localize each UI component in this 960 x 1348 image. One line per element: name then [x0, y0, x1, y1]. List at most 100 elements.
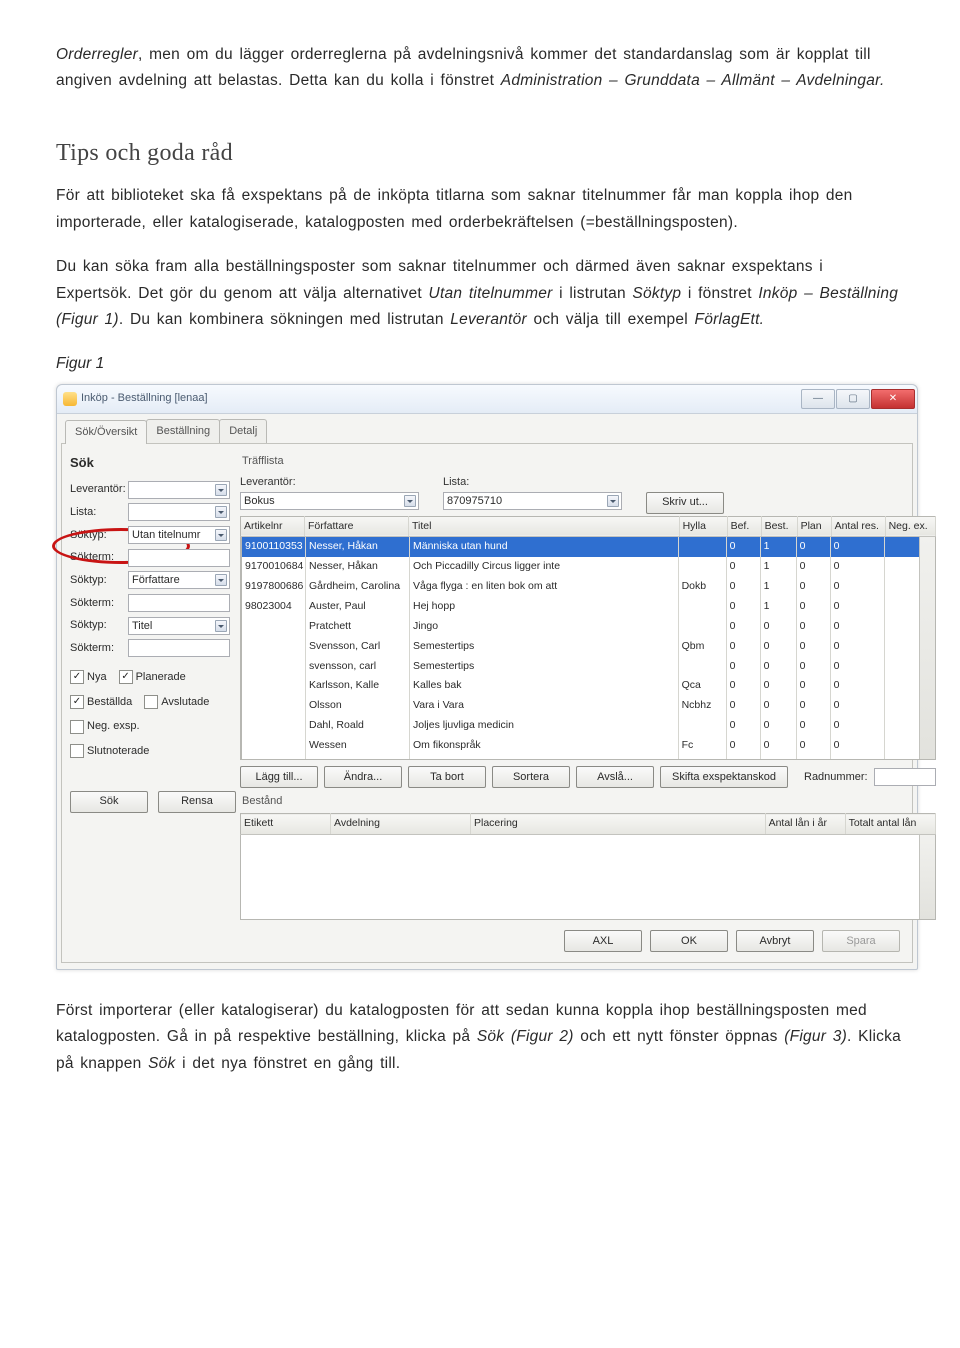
- column-header[interactable]: Bef.: [727, 516, 761, 537]
- close-button[interactable]: ✕: [871, 389, 915, 409]
- combo-traff-lev[interactable]: Bokus: [240, 492, 419, 510]
- label-soktyp-3: Söktyp:: [70, 616, 124, 635]
- column-header[interactable]: Totalt antal lån: [845, 814, 935, 835]
- label: Avslutade: [161, 693, 209, 712]
- checkbox-nya[interactable]: Nya: [70, 668, 107, 687]
- label: Beställda: [87, 693, 132, 712]
- result-grid[interactable]: 9100110353Nesser, HåkanMänniska utan hun…: [241, 537, 935, 760]
- column-header[interactable]: Antal lån i år: [765, 814, 845, 835]
- table-row[interactable]: 98023004Auster, PaulHej hopp0100: [242, 597, 935, 617]
- column-header[interactable]: Hylla: [679, 516, 727, 537]
- term-utan-titelnummer: Utan titelnummer: [429, 285, 553, 302]
- avbryt-button[interactable]: Avbryt: [736, 930, 814, 952]
- table-row[interactable]: WessenOm fikonspråkFc0000: [242, 736, 935, 756]
- path-administration: Administration – Grunddata – Allmänt – A…: [501, 72, 885, 89]
- checkbox-negexsp[interactable]: Neg. exsp.: [70, 717, 140, 736]
- search-panel: Sök Leverantör: Lista: Söktyp:Utan titel…: [70, 452, 230, 920]
- combo-lista[interactable]: [128, 503, 230, 521]
- checkbox-bestallda[interactable]: Beställda: [70, 693, 132, 712]
- table-row[interactable]: 9100110353Nesser, HåkanMänniska utan hun…: [242, 537, 935, 557]
- bestand-grid-empty: [240, 835, 936, 920]
- column-header[interactable]: Titel: [409, 516, 680, 537]
- table-row[interactable]: 9170010684Nesser, HåkanOch Piccadilly Ci…: [242, 557, 935, 577]
- ok-button[interactable]: OK: [650, 930, 728, 952]
- label-traff-lista: Lista:: [443, 473, 622, 492]
- sortera-button[interactable]: Sortera: [492, 766, 570, 788]
- label-leverantor: Leverantör:: [70, 480, 124, 499]
- label-sokterm-2: Sökterm:: [70, 594, 124, 613]
- avsla-button[interactable]: Avslå...: [576, 766, 654, 788]
- result-grid-header: ArtikelnrFörfattareTitelHyllaBef.Best.Pl…: [240, 516, 936, 538]
- spara-button[interactable]: Spara: [822, 930, 900, 952]
- bestand-title: Bestånd: [242, 792, 936, 811]
- laggtill-button[interactable]: Lägg till...: [240, 766, 318, 788]
- window-title: Inköp - Beställning [lenaa]: [81, 389, 208, 408]
- rensa-button[interactable]: Rensa: [158, 791, 236, 813]
- term-figur3: (Figur 3): [784, 1028, 847, 1045]
- combo-soktyp-3[interactable]: Titel: [128, 617, 230, 635]
- label: Planerade: [136, 668, 186, 687]
- tab-detalj[interactable]: Detalj: [219, 419, 267, 444]
- column-header[interactable]: Neg. ex.: [885, 516, 935, 537]
- tabort-button[interactable]: Ta bort: [408, 766, 486, 788]
- skifta-button[interactable]: Skifta exspektanskod: [660, 766, 788, 788]
- trafflista-title: Träfflista: [242, 452, 936, 471]
- checkbox-planerade[interactable]: Planerade: [119, 668, 186, 687]
- label-sokterm-1: Sökterm:: [70, 548, 124, 567]
- checkbox-slutnoterade[interactable]: Slutnoterade: [70, 742, 149, 761]
- combo-soktyp-2[interactable]: Författare: [128, 571, 230, 589]
- text: i fönstret: [681, 285, 758, 302]
- tab-bar: Sök/Översikt Beställning Detalj: [59, 419, 915, 444]
- table-row[interactable]: Dahl, RoaldJoljes ljuvliga medicin0000: [242, 716, 935, 736]
- table-row[interactable]: 9197800686Gårdheim, CarolinaVåga flyga :…: [242, 577, 935, 597]
- tab-bestallning[interactable]: Beställning: [146, 419, 220, 444]
- axl-button[interactable]: AXL: [564, 930, 642, 952]
- titlebar: Inköp - Beställning [lenaa] — ▢ ✕: [57, 385, 917, 414]
- table-row[interactable]: Svensson, CarlSemestertipsQbm0000: [242, 637, 935, 657]
- text: . Du kan kombinera sökningen med listrut…: [119, 311, 450, 328]
- text: och välja till exempel: [527, 311, 695, 328]
- combo-soktyp-1[interactable]: Utan titelnumr: [128, 526, 230, 544]
- minimize-button[interactable]: —: [801, 389, 835, 409]
- table-row[interactable]: HagelbergFarmors släktLdz0000: [242, 756, 935, 761]
- column-header[interactable]: Avdelning: [331, 814, 471, 835]
- table-row[interactable]: Karlsson, KalleKalles bakQca0000: [242, 676, 935, 696]
- column-header[interactable]: Artikelnr: [241, 516, 305, 537]
- sok-button[interactable]: Sök: [70, 791, 148, 813]
- label: Neg. exsp.: [87, 717, 140, 736]
- checkbox-avslutade[interactable]: Avslutade: [144, 693, 209, 712]
- combo-traff-lista[interactable]: 870975710: [443, 492, 622, 510]
- tab-sok-oversikt[interactable]: Sök/Översikt: [65, 420, 147, 445]
- combo-leverantor[interactable]: [128, 481, 230, 499]
- label-sokterm-3: Sökterm:: [70, 639, 124, 658]
- column-header[interactable]: Best.: [761, 516, 797, 537]
- input-radnummer[interactable]: [874, 768, 936, 786]
- sok-heading: Sök: [70, 452, 230, 474]
- term-soktyp: Söktyp: [632, 285, 681, 302]
- maximize-button[interactable]: ▢: [836, 389, 870, 409]
- text: i det nya fönstret en gång till.: [176, 1055, 401, 1072]
- label: Slutnoterade: [87, 742, 149, 761]
- input-sokterm-1[interactable]: [128, 549, 230, 567]
- text: i listrutan: [553, 285, 633, 302]
- table-row[interactable]: PratchettJingo0000: [242, 617, 935, 637]
- label-traff-lev: Leverantör:: [240, 473, 419, 492]
- column-header[interactable]: Antal res.: [831, 516, 885, 537]
- skrivut-button[interactable]: Skriv ut...: [646, 492, 724, 514]
- column-header[interactable]: Etikett: [241, 814, 331, 835]
- table-row[interactable]: svensson, carlSemestertips0000: [242, 657, 935, 677]
- label: Nya: [87, 668, 107, 687]
- andra-button[interactable]: Ändra...: [324, 766, 402, 788]
- paragraph-tips-2: Du kan söka fram alla beställningsposter…: [56, 254, 904, 333]
- column-header[interactable]: Plan: [797, 516, 831, 537]
- term-leverantor: Leverantör: [450, 311, 527, 328]
- term-sok-figur2: Sök (Figur 2): [477, 1028, 574, 1045]
- column-header[interactable]: Författare: [305, 516, 409, 537]
- input-sokterm-2[interactable]: [128, 594, 230, 612]
- column-header[interactable]: Placering: [471, 814, 766, 835]
- input-sokterm-3[interactable]: [128, 639, 230, 657]
- table-row[interactable]: OlssonVara i VaraNcbhz0000: [242, 696, 935, 716]
- bestand-grid-header: EtikettAvdelningPlaceringAntal lån i årT…: [240, 813, 936, 835]
- label-soktyp-1: Söktyp:: [70, 526, 124, 545]
- paragraph-tips-1: För att biblioteket ska få exspektans på…: [56, 183, 904, 236]
